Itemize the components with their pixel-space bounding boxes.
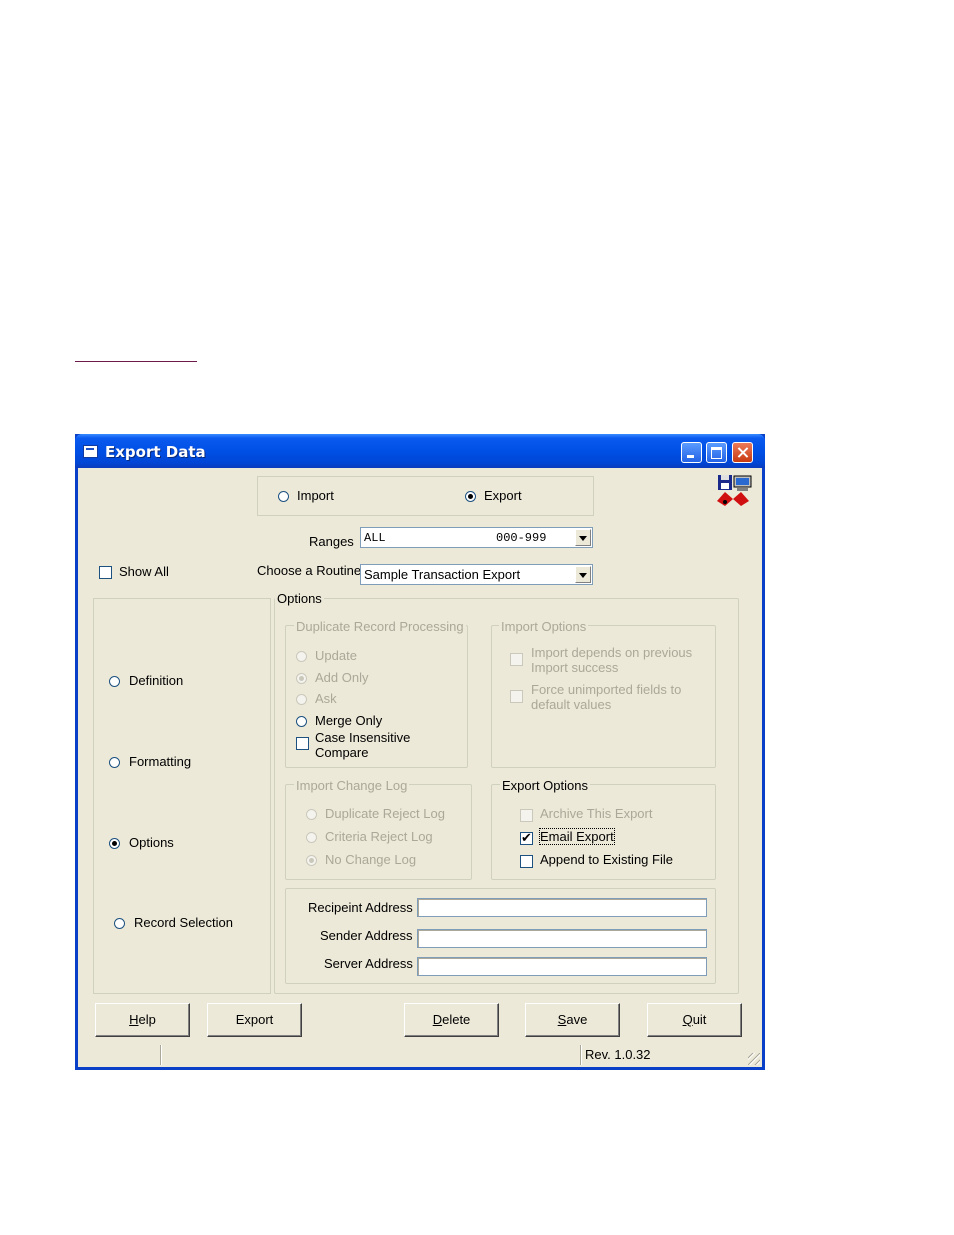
sender-address-input[interactable] bbox=[417, 929, 707, 948]
export-label: Export bbox=[484, 488, 522, 503]
import-label: Import bbox=[297, 488, 334, 503]
email-export-label: Email Export bbox=[539, 828, 615, 845]
definition-radio[interactable] bbox=[109, 676, 120, 687]
ask-label: Ask bbox=[315, 691, 337, 706]
resize-grip-icon[interactable] bbox=[748, 1053, 760, 1065]
help-label: elp bbox=[138, 1012, 156, 1027]
options-section-label: Options bbox=[129, 835, 174, 850]
import-depends-label-2: Import success bbox=[531, 660, 619, 675]
delete-button[interactable]: Delete bbox=[404, 1003, 499, 1037]
ranges-combo[interactable]: ALL 000-999 bbox=[360, 527, 593, 548]
no-change-label: No Change Log bbox=[325, 852, 417, 867]
import-radio[interactable] bbox=[278, 491, 289, 502]
force-unimported-label-2: default values bbox=[531, 697, 612, 712]
append-existing-label: Append to Existing File bbox=[540, 852, 673, 867]
status-divider bbox=[580, 1045, 581, 1065]
email-address-group: Recipeint Address Sender Address Server … bbox=[285, 888, 716, 984]
routine-value: Sample Transaction Export bbox=[364, 567, 521, 582]
export-data-window: Export Data Import Export Ranges ALL 000… bbox=[75, 434, 765, 1070]
save-label: ave bbox=[566, 1012, 588, 1027]
dialog-client-area: Import Export Ranges ALL 000-999 Show Al… bbox=[78, 468, 762, 1067]
case-insensitive-checkbox[interactable] bbox=[296, 737, 309, 750]
quit-button[interactable]: Quit bbox=[647, 1003, 742, 1037]
duplicate-record-title: Duplicate Record Processing bbox=[294, 619, 466, 634]
revision-label: Rev. 1.0.32 bbox=[585, 1047, 651, 1062]
close-button[interactable] bbox=[732, 442, 753, 463]
record-selection-radio[interactable] bbox=[114, 918, 125, 929]
force-unimported-checkbox[interactable] bbox=[510, 690, 523, 703]
update-radio[interactable] bbox=[296, 651, 307, 662]
import-depends-label-1: Import depends on previous bbox=[531, 645, 693, 660]
archive-export-checkbox[interactable] bbox=[520, 809, 533, 822]
window-app-icon[interactable] bbox=[83, 445, 98, 458]
case-compare-label: Compare bbox=[315, 745, 369, 760]
help-button[interactable]: Help bbox=[95, 1003, 190, 1037]
archive-export-label: Archive This Export bbox=[540, 806, 653, 821]
quit-accelerator: Q bbox=[682, 1012, 693, 1027]
criteria-reject-label: Criteria Reject Log bbox=[325, 829, 433, 844]
criteria-reject-radio[interactable] bbox=[306, 832, 317, 843]
routine-label: Choose a Routine bbox=[257, 563, 362, 578]
section-panel: Definition Formatting Options Record Sel… bbox=[93, 598, 271, 994]
update-label: Update bbox=[315, 648, 357, 663]
merge-only-radio[interactable] bbox=[296, 716, 307, 727]
quit-label: uit bbox=[692, 1012, 707, 1027]
import-options-title: Import Options bbox=[499, 619, 589, 634]
chevron-down-icon[interactable] bbox=[575, 566, 591, 583]
duplicate-record-group: Update Add Only Ask Merge Only Case Inse… bbox=[285, 625, 468, 768]
export-button[interactable]: Export bbox=[207, 1003, 302, 1037]
export-options-title: Export Options bbox=[500, 778, 590, 793]
recipient-address-input[interactable] bbox=[417, 898, 707, 917]
delete-accelerator: D bbox=[432, 1012, 443, 1027]
sender-address-label: Sender Address bbox=[320, 928, 413, 943]
duplicate-reject-label: Duplicate Reject Log bbox=[325, 806, 445, 821]
ranges-label: Ranges bbox=[309, 534, 354, 549]
ask-radio[interactable] bbox=[296, 694, 307, 705]
delete-label: elete bbox=[442, 1012, 471, 1027]
export-radio[interactable] bbox=[465, 491, 476, 502]
record-selection-label: Record Selection bbox=[134, 915, 233, 930]
export-options-group: Archive This Export Email Export Append … bbox=[491, 784, 716, 880]
add-only-label: Add Only bbox=[315, 670, 369, 685]
email-export-checkbox[interactable] bbox=[520, 830, 533, 846]
import-change-log-title: Import Change Log bbox=[294, 778, 410, 793]
show-all-label: Show All bbox=[119, 564, 169, 579]
formatting-label: Formatting bbox=[129, 754, 192, 769]
definition-label: Definition bbox=[129, 673, 184, 688]
recipient-address-label: Recipeint Address bbox=[308, 900, 413, 915]
minimize-button[interactable] bbox=[681, 442, 702, 463]
import-change-log-group: Duplicate Reject Log Criteria Reject Log… bbox=[285, 784, 472, 880]
status-bar: Rev. 1.0.32 bbox=[78, 1041, 762, 1067]
show-all-checkbox[interactable] bbox=[99, 566, 112, 579]
save-button[interactable]: Save bbox=[525, 1003, 620, 1037]
server-address-input[interactable] bbox=[417, 957, 707, 976]
duplicate-reject-radio[interactable] bbox=[306, 809, 317, 820]
window-title: Export Data bbox=[105, 443, 206, 461]
import-options-group: Import depends on previous Import succes… bbox=[491, 625, 716, 768]
disk-computer-icon bbox=[717, 475, 752, 506]
status-divider bbox=[160, 1045, 161, 1065]
options-title: Options bbox=[275, 591, 324, 606]
ranges-value-right: 000-999 bbox=[496, 531, 547, 545]
title-bar[interactable]: Export Data bbox=[75, 434, 765, 468]
case-insensitive-label: Case Insensitive bbox=[315, 730, 411, 745]
mode-frame: Import Export bbox=[257, 476, 594, 516]
routine-combo[interactable]: Sample Transaction Export bbox=[360, 564, 593, 585]
no-change-radio[interactable] bbox=[306, 855, 317, 866]
add-only-radio[interactable] bbox=[296, 673, 307, 684]
append-existing-checkbox[interactable] bbox=[520, 855, 533, 868]
options-radio[interactable] bbox=[109, 838, 120, 849]
chevron-down-icon[interactable] bbox=[575, 529, 591, 546]
underlined-heading-rule bbox=[75, 361, 197, 362]
help-accelerator: H bbox=[129, 1012, 139, 1027]
ranges-value-left: ALL bbox=[364, 531, 386, 545]
maximize-button[interactable] bbox=[706, 442, 727, 463]
server-address-label: Server Address bbox=[324, 956, 413, 971]
merge-only-label: Merge Only bbox=[315, 713, 383, 728]
force-unimported-label-1: Force unimported fields to bbox=[531, 682, 682, 697]
formatting-radio[interactable] bbox=[109, 757, 120, 768]
import-depends-checkbox[interactable] bbox=[510, 653, 523, 666]
